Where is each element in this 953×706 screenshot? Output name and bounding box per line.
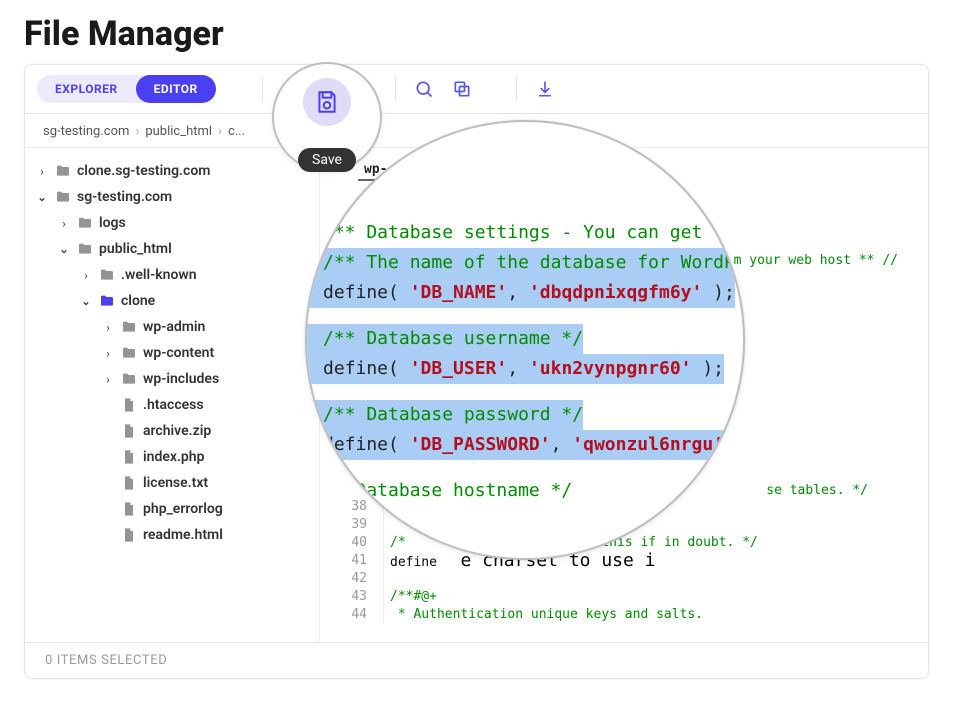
folder-icon: [121, 371, 137, 387]
page-title: File Manager: [0, 0, 953, 64]
folder-icon: [55, 189, 71, 205]
chevron-icon: ›: [101, 320, 115, 334]
tab-editor[interactable]: EDITOR: [136, 75, 216, 103]
chevron-icon: [101, 476, 115, 490]
tree-label: clone: [121, 293, 155, 309]
chevron-icon: [101, 450, 115, 464]
tree-item[interactable]: .htaccess: [31, 392, 315, 418]
tab-explorer[interactable]: EXPLORER: [37, 75, 136, 103]
chevron-icon: ›: [101, 346, 115, 360]
tree-item[interactable]: › clone.sg-testing.com: [31, 158, 315, 184]
crumb[interactable]: public_html: [145, 124, 212, 139]
tree-label: .well-known: [121, 267, 197, 283]
chevron-icon: ›: [35, 164, 49, 178]
toolbar: EXPLORER EDITOR: [25, 65, 928, 114]
chevron-icon: [101, 424, 115, 438]
crumb[interactable]: sg-testing.com: [43, 124, 129, 139]
tree-label: wp-content: [143, 345, 214, 361]
chevron-icon: [101, 502, 115, 516]
folder-icon: [121, 345, 137, 361]
chevron-icon: [101, 528, 115, 542]
folder-icon: [55, 163, 71, 179]
chevron-icon: [101, 398, 115, 412]
folder-icon: [99, 267, 115, 283]
file-icon: [121, 501, 137, 517]
download-icon[interactable]: [529, 73, 561, 105]
tree-item[interactable]: › wp-admin: [31, 314, 315, 340]
tree-item[interactable]: › .well-known: [31, 262, 315, 288]
folder-icon: [121, 319, 137, 335]
tree-label: archive.zip: [143, 423, 211, 439]
chevron-icon: ⌄: [79, 294, 93, 308]
tree-label: public_html: [99, 241, 172, 257]
tree-label: index.php: [143, 449, 205, 465]
file-icon: [121, 449, 137, 465]
tree-item[interactable]: ⌄ sg-testing.com: [31, 184, 315, 210]
file-tree: › clone.sg-testing.com ⌄ sg-testing.com › log…: [25, 148, 320, 642]
file-icon: [121, 423, 137, 439]
mode-tabs: EXPLORER EDITOR: [37, 75, 216, 103]
chevron-icon: ⌄: [57, 242, 71, 256]
tree-item[interactable]: readme.html: [31, 522, 315, 548]
crumb[interactable]: c...: [228, 124, 245, 139]
save-bubble: Save: [272, 62, 382, 172]
copy-icon[interactable]: [446, 73, 478, 105]
status-bar: 0 ITEMS SELECTED: [25, 642, 928, 678]
tree-item[interactable]: php_errorlog: [31, 496, 315, 522]
tree-item[interactable]: license.txt: [31, 470, 315, 496]
code-fragment: se tables. */: [766, 483, 868, 498]
tree-label: clone.sg-testing.com: [77, 163, 210, 179]
save-tooltip: Save: [298, 148, 356, 172]
chevron-icon: ›: [79, 268, 93, 282]
file-icon: [121, 527, 137, 543]
tree-label: php_errorlog: [143, 501, 223, 517]
tree-item[interactable]: ⌄ clone: [31, 288, 315, 314]
tree-item[interactable]: archive.zip: [31, 418, 315, 444]
chevron-icon: ›: [101, 372, 115, 386]
tree-item[interactable]: index.php: [31, 444, 315, 470]
code-fragment: m your web host ** //: [734, 253, 898, 268]
search-icon[interactable]: [408, 73, 440, 105]
tree-label: sg-testing.com: [77, 189, 172, 205]
save-button[interactable]: [303, 78, 351, 126]
tree-label: wp-admin: [143, 319, 205, 335]
tree-item[interactable]: ⌄ public_html: [31, 236, 315, 262]
chevron-icon: ›: [57, 216, 71, 230]
tree-label: logs: [99, 215, 126, 231]
magnifier-lens: ** Database settings - You can get /** T…: [305, 120, 745, 560]
folder-icon: [77, 241, 93, 257]
file-icon: [121, 397, 137, 413]
tree-label: wp-includes: [143, 371, 219, 387]
tree-item[interactable]: › wp-content: [31, 340, 315, 366]
file-icon: [121, 475, 137, 491]
tree-label: .htaccess: [143, 397, 204, 413]
tree-item[interactable]: › wp-includes: [31, 366, 315, 392]
tree-label: readme.html: [143, 527, 223, 543]
tree-item[interactable]: › logs: [31, 210, 315, 236]
tree-label: license.txt: [143, 475, 208, 491]
folder-icon: [77, 215, 93, 231]
save-icon: [314, 89, 340, 115]
folder-open-icon: [99, 293, 115, 309]
chevron-icon: ⌄: [35, 190, 49, 204]
